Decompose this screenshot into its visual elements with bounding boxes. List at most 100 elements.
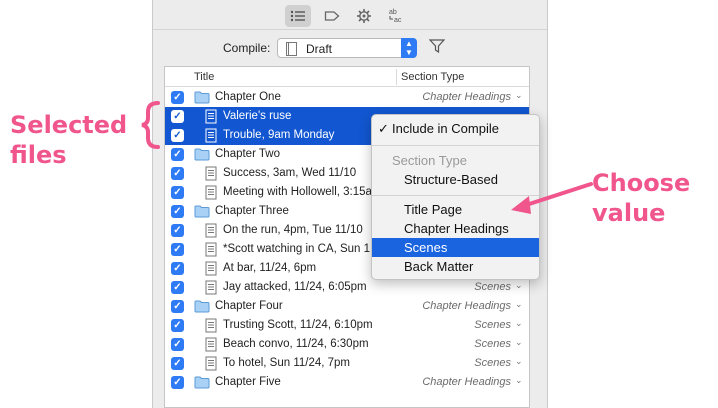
document-icon <box>286 42 297 56</box>
annotation-selected-files: Selected files <box>10 111 128 169</box>
document-row[interactable]: ✓ To hotel, Sun 11/24, 7pm Scenes ⌄ <box>165 354 529 373</box>
section-type-value[interactable]: Scenes <box>401 338 511 350</box>
folder-icon <box>194 376 210 389</box>
row-title: *Scott watching in CA, Sun 1 <box>223 243 371 255</box>
table-header: Title Section Type <box>165 67 529 87</box>
row-title: Trusting Scott, 11/24, 6:10pm <box>223 319 373 331</box>
list-icon <box>290 10 305 22</box>
menu-header-section-type: Section Type <box>392 153 467 168</box>
section-type-value[interactable]: Scenes <box>401 281 511 293</box>
checkmark-icon: ✓ <box>378 121 389 136</box>
include-checkbox[interactable]: ✓ <box>171 129 184 142</box>
row-title: Beach convo, 11/24, 6:30pm <box>223 338 369 350</box>
inspector-toolbar: ab ac <box>153 4 547 30</box>
section-type-value[interactable]: Chapter Headings <box>401 376 511 388</box>
row-title: Jay attacked, 11/24, 6:05pm <box>223 281 367 293</box>
include-checkbox[interactable]: ✓ <box>171 300 184 313</box>
compile-group-select[interactable]: Draft ▲ ▼ <box>277 38 417 58</box>
include-checkbox[interactable]: ✓ <box>171 338 184 351</box>
row-title: Chapter Five <box>215 376 281 388</box>
row-title: Chapter Two <box>215 148 280 160</box>
document-icon <box>205 318 217 333</box>
chevron-down-icon[interactable]: ⌄ <box>515 356 523 367</box>
document-icon <box>205 109 217 124</box>
svg-text:ac: ac <box>394 17 402 24</box>
include-checkbox[interactable]: ✓ <box>171 224 184 237</box>
contents-tab[interactable] <box>285 5 311 27</box>
row-title: Success, 3am, Wed 11/10 <box>223 167 357 179</box>
include-checkbox[interactable]: ✓ <box>171 319 184 332</box>
section-type-value[interactable]: Scenes <box>401 357 511 369</box>
menu-item-scenes[interactable]: Scenes <box>372 238 539 257</box>
compile-label: Compile: <box>223 41 271 55</box>
row-title: Valerie's ruse <box>223 110 292 122</box>
row-title: Chapter Four <box>215 300 283 312</box>
row-title: On the run, 4pm, Tue 11/10 <box>223 224 363 236</box>
row-title: Chapter One <box>215 91 281 103</box>
folder-icon <box>194 91 210 104</box>
annotation-choose-value: Choose value <box>592 169 691 227</box>
folder-icon <box>194 148 210 161</box>
include-checkbox[interactable]: ✓ <box>171 91 184 104</box>
title-column-header[interactable]: Title <box>194 71 214 83</box>
chevron-updown-icon: ▲ ▼ <box>401 38 417 58</box>
menu-item-back-matter[interactable]: Back Matter <box>372 257 539 276</box>
section-type-value[interactable]: Chapter Headings <box>401 91 511 103</box>
include-checkbox[interactable]: ✓ <box>171 243 184 256</box>
menu-separator <box>372 145 539 146</box>
folder-icon <box>194 205 210 218</box>
chevron-down-icon[interactable]: ⌄ <box>515 280 523 291</box>
folder-row[interactable]: ✓ Chapter One Chapter Headings ⌄ <box>165 88 529 107</box>
include-checkbox[interactable]: ✓ <box>171 357 184 370</box>
row-title: Trouble, 9am Monday <box>223 129 335 141</box>
tag-icon <box>324 11 340 21</box>
section-type-value[interactable]: Chapter Headings <box>401 300 511 312</box>
document-icon <box>205 280 217 295</box>
chevron-down-icon[interactable]: ⌄ <box>515 375 523 386</box>
document-icon <box>205 185 217 200</box>
menu-item-chapter-headings[interactable]: Chapter Headings <box>372 219 539 238</box>
document-row[interactable]: ✓ Trusting Scott, 11/24, 6:10pm Scenes ⌄ <box>165 316 529 335</box>
chevron-down-icon[interactable]: ⌄ <box>515 337 523 348</box>
document-icon <box>205 242 217 257</box>
settings-tab[interactable] <box>351 5 377 27</box>
row-title: To hotel, Sun 11/24, 7pm <box>223 357 351 369</box>
menu-item-include-in-compile[interactable]: ✓ Include in Compile <box>372 119 539 138</box>
metadata-tab[interactable] <box>319 5 345 27</box>
folder-row[interactable]: ✓ Chapter Five Chapter Headings ⌄ <box>165 373 529 392</box>
row-title: Meeting with Hollowell, 3:15a <box>223 186 372 198</box>
compile-select-value: Draft <box>306 42 333 56</box>
include-checkbox[interactable]: ✓ <box>171 167 184 180</box>
document-row[interactable]: ✓ Beach convo, 11/24, 6:30pm Scenes ⌄ <box>165 335 529 354</box>
chevron-down-icon[interactable]: ⌄ <box>515 90 523 101</box>
filter-icon[interactable] <box>429 39 445 53</box>
document-icon <box>205 128 217 143</box>
include-checkbox[interactable]: ✓ <box>171 262 184 275</box>
section-type-column-header[interactable]: Section Type <box>401 71 464 83</box>
row-title: At bar, 11/24, 6pm <box>223 262 317 274</box>
section-type-value[interactable]: Scenes <box>401 319 511 331</box>
folder-icon <box>194 300 210 313</box>
chevron-down-icon[interactable]: ⌄ <box>515 318 523 329</box>
include-checkbox[interactable]: ✓ <box>171 376 184 389</box>
include-checkbox[interactable]: ✓ <box>171 110 184 123</box>
replace-text-icon: ab ac <box>389 9 402 24</box>
document-row[interactable]: ✓ Jay attacked, 11/24, 6:05pm Scenes ⌄ <box>165 278 529 297</box>
bracket-arrow <box>141 101 160 149</box>
document-icon <box>205 166 217 181</box>
chevron-down-icon[interactable]: ⌄ <box>515 299 523 310</box>
svg-text:ab: ab <box>389 9 397 16</box>
compile-row: Compile: Draft ▲ ▼ <box>153 36 547 60</box>
include-checkbox[interactable]: ✓ <box>171 281 184 294</box>
replacements-tab[interactable]: ab ac <box>383 5 409 27</box>
folder-row[interactable]: ✓ Chapter Four Chapter Headings ⌄ <box>165 297 529 316</box>
column-divider <box>396 69 397 85</box>
row-title: Chapter Three <box>215 205 289 217</box>
document-icon <box>205 223 217 238</box>
include-checkbox[interactable]: ✓ <box>171 186 184 199</box>
pointer-arrow <box>511 182 593 214</box>
document-icon <box>205 356 217 371</box>
include-checkbox[interactable]: ✓ <box>171 205 184 218</box>
include-checkbox[interactable]: ✓ <box>171 148 184 161</box>
gear-icon <box>357 9 371 23</box>
